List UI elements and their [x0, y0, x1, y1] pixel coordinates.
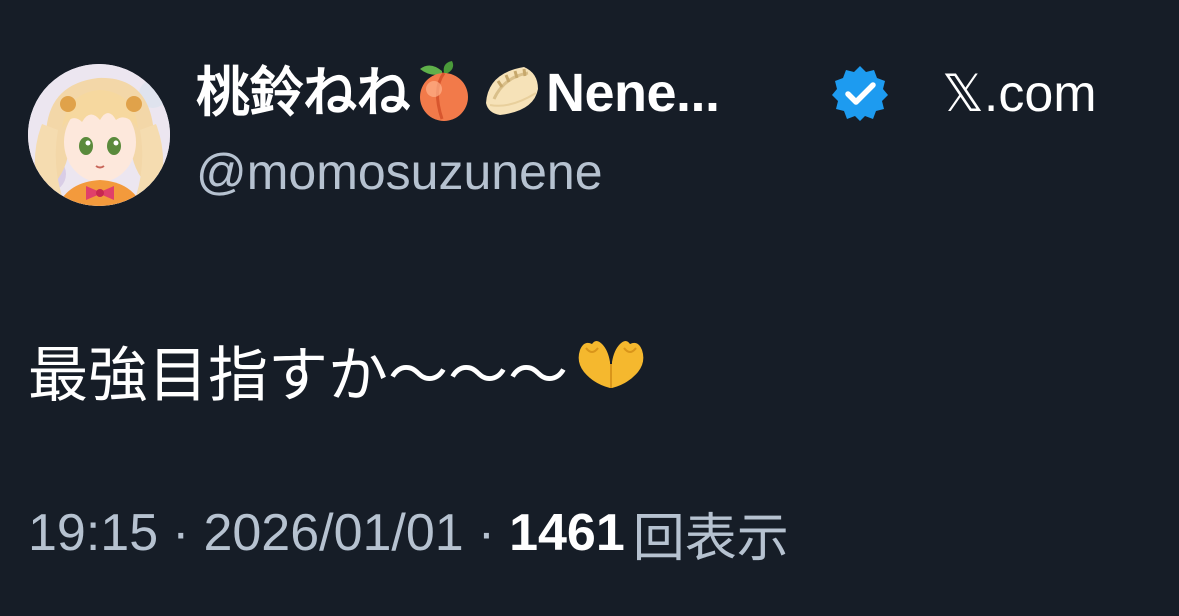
dumpling-emoji-icon: [480, 59, 544, 128]
verified-badge-icon: [830, 63, 890, 123]
display-name-text: 桃鈴ねね: [196, 63, 411, 123]
peach-emoji-icon: [412, 59, 476, 128]
meta-separator: ·: [477, 504, 496, 562]
views-count[interactable]: 1461: [509, 503, 625, 563]
tweet-text-body: 最強目指すか〜〜〜: [28, 341, 568, 409]
avatar-image: [28, 64, 170, 206]
source-label[interactable]: 𝕏.com: [942, 64, 1097, 124]
tweet-card: 桃鈴ねね Nene... 𝕏.com @momosuzunene 最強目指すか〜…: [0, 0, 1179, 616]
tweet-date[interactable]: 2026/01/01: [203, 503, 463, 563]
meta-separator: ·: [172, 504, 190, 562]
tweet-text: 最強目指すか〜〜〜: [28, 330, 648, 410]
avatar[interactable]: [28, 64, 170, 206]
tweet-time[interactable]: 19:15: [28, 503, 158, 563]
heart-hands-emoji-icon: [574, 334, 648, 406]
user-handle[interactable]: @momosuzunene: [196, 142, 603, 202]
tweet-meta: 19:15 · 2026/01/01 · 1461 回表示: [28, 498, 789, 568]
views-label: 回表示: [632, 509, 789, 568]
display-name[interactable]: 桃鈴ねね Nene...: [196, 58, 720, 128]
display-name-suffix: Nene...: [546, 63, 720, 123]
